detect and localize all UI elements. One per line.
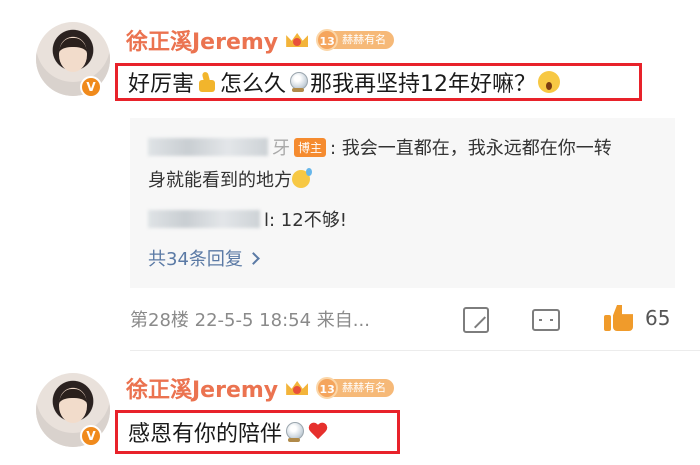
like-icon[interactable] bbox=[604, 303, 634, 333]
blurred-username bbox=[148, 210, 260, 228]
fan-level: 13 bbox=[316, 377, 339, 399]
comment-content: 感恩有你的陪伴 bbox=[115, 410, 400, 454]
crown-icon bbox=[284, 377, 310, 399]
fan-badge[interactable]: 13 赫赫有名 bbox=[316, 377, 395, 399]
scream-icon bbox=[538, 71, 561, 93]
comment-dots bbox=[539, 319, 553, 321]
blurred-username bbox=[148, 138, 268, 156]
comment-header: 徐正溪Jeremy 13 赫赫有名 bbox=[126, 24, 395, 56]
reply-item-continued: 身就能看到的地方 bbox=[148, 166, 312, 192]
comment-date: 22-5-5 18:54 bbox=[194, 310, 312, 331]
comment-icon[interactable] bbox=[532, 309, 560, 331]
comment-meta: 第28楼 22-5-5 18:54 来自... bbox=[130, 306, 370, 332]
reply-text: l: 12不够! bbox=[264, 210, 347, 231]
blogger-tag: 博主 bbox=[294, 137, 327, 157]
crown-icon bbox=[284, 29, 310, 51]
comment-text-part: 怎么久 bbox=[220, 72, 287, 97]
verified-badge-icon: V bbox=[80, 425, 102, 447]
heart-icon bbox=[308, 423, 328, 441]
thumbs-up-icon bbox=[196, 71, 218, 93]
verified-badge-icon: V bbox=[80, 76, 102, 98]
avatar-face bbox=[59, 38, 87, 72]
share-icon[interactable] bbox=[463, 307, 489, 333]
crystal-ball-icon bbox=[288, 71, 309, 93]
username[interactable]: 徐正溪Jeremy bbox=[126, 372, 278, 404]
fan-level: 13 bbox=[316, 29, 339, 51]
like-count: 65 bbox=[645, 306, 671, 330]
view-replies-link[interactable]: 共34条回复 bbox=[148, 245, 260, 271]
comment-source: 来自... bbox=[316, 310, 370, 331]
comment-item: V 徐正溪Jeremy 13 赫赫有名 好厉害 怎么久 那我再坚持12年好嘛？ … bbox=[0, 0, 700, 345]
comment-text-part: 好厉害 bbox=[128, 72, 195, 97]
comment-text-part: 那我再坚持12年好嘛？ bbox=[310, 72, 537, 97]
sweat-smile-icon bbox=[292, 168, 312, 188]
reply-text: : 我会一直都在，我永远都在你一转 bbox=[330, 138, 612, 159]
fan-label: 赫赫有名 bbox=[332, 31, 395, 49]
reply-preview[interactable]: 牙 博主 : 我会一直都在，我永远都在你一转 身就能看到的地方 l: 12不够!… bbox=[130, 118, 675, 288]
floor-number: 第28楼 bbox=[130, 310, 189, 331]
fan-badge[interactable]: 13 赫赫有名 bbox=[316, 29, 395, 51]
reply-username-end: 牙 bbox=[272, 138, 290, 159]
comment-content: 好厉害 怎么久 那我再坚持12年好嘛？ bbox=[115, 63, 642, 101]
avatar-face bbox=[59, 389, 87, 423]
comment-header: 徐正溪Jeremy 13 赫赫有名 bbox=[126, 372, 395, 404]
reply-item: 牙 博主 : 我会一直都在，我永远都在你一转 bbox=[148, 134, 612, 160]
reply-item: l: 12不够! bbox=[148, 206, 347, 232]
chevron-right-icon bbox=[247, 251, 260, 265]
username[interactable]: 徐正溪Jeremy bbox=[126, 24, 278, 56]
comment-item: V 徐正溪Jeremy 13 赫赫有名 感恩有你的陪伴 bbox=[0, 350, 700, 465]
fan-label: 赫赫有名 bbox=[332, 379, 395, 397]
crystal-ball-icon bbox=[284, 421, 305, 443]
comment-text: 感恩有你的陪伴 bbox=[128, 422, 283, 447]
reply-count-label: 共34条回复 bbox=[148, 249, 243, 270]
reply-text: 身就能看到的地方 bbox=[148, 170, 292, 191]
